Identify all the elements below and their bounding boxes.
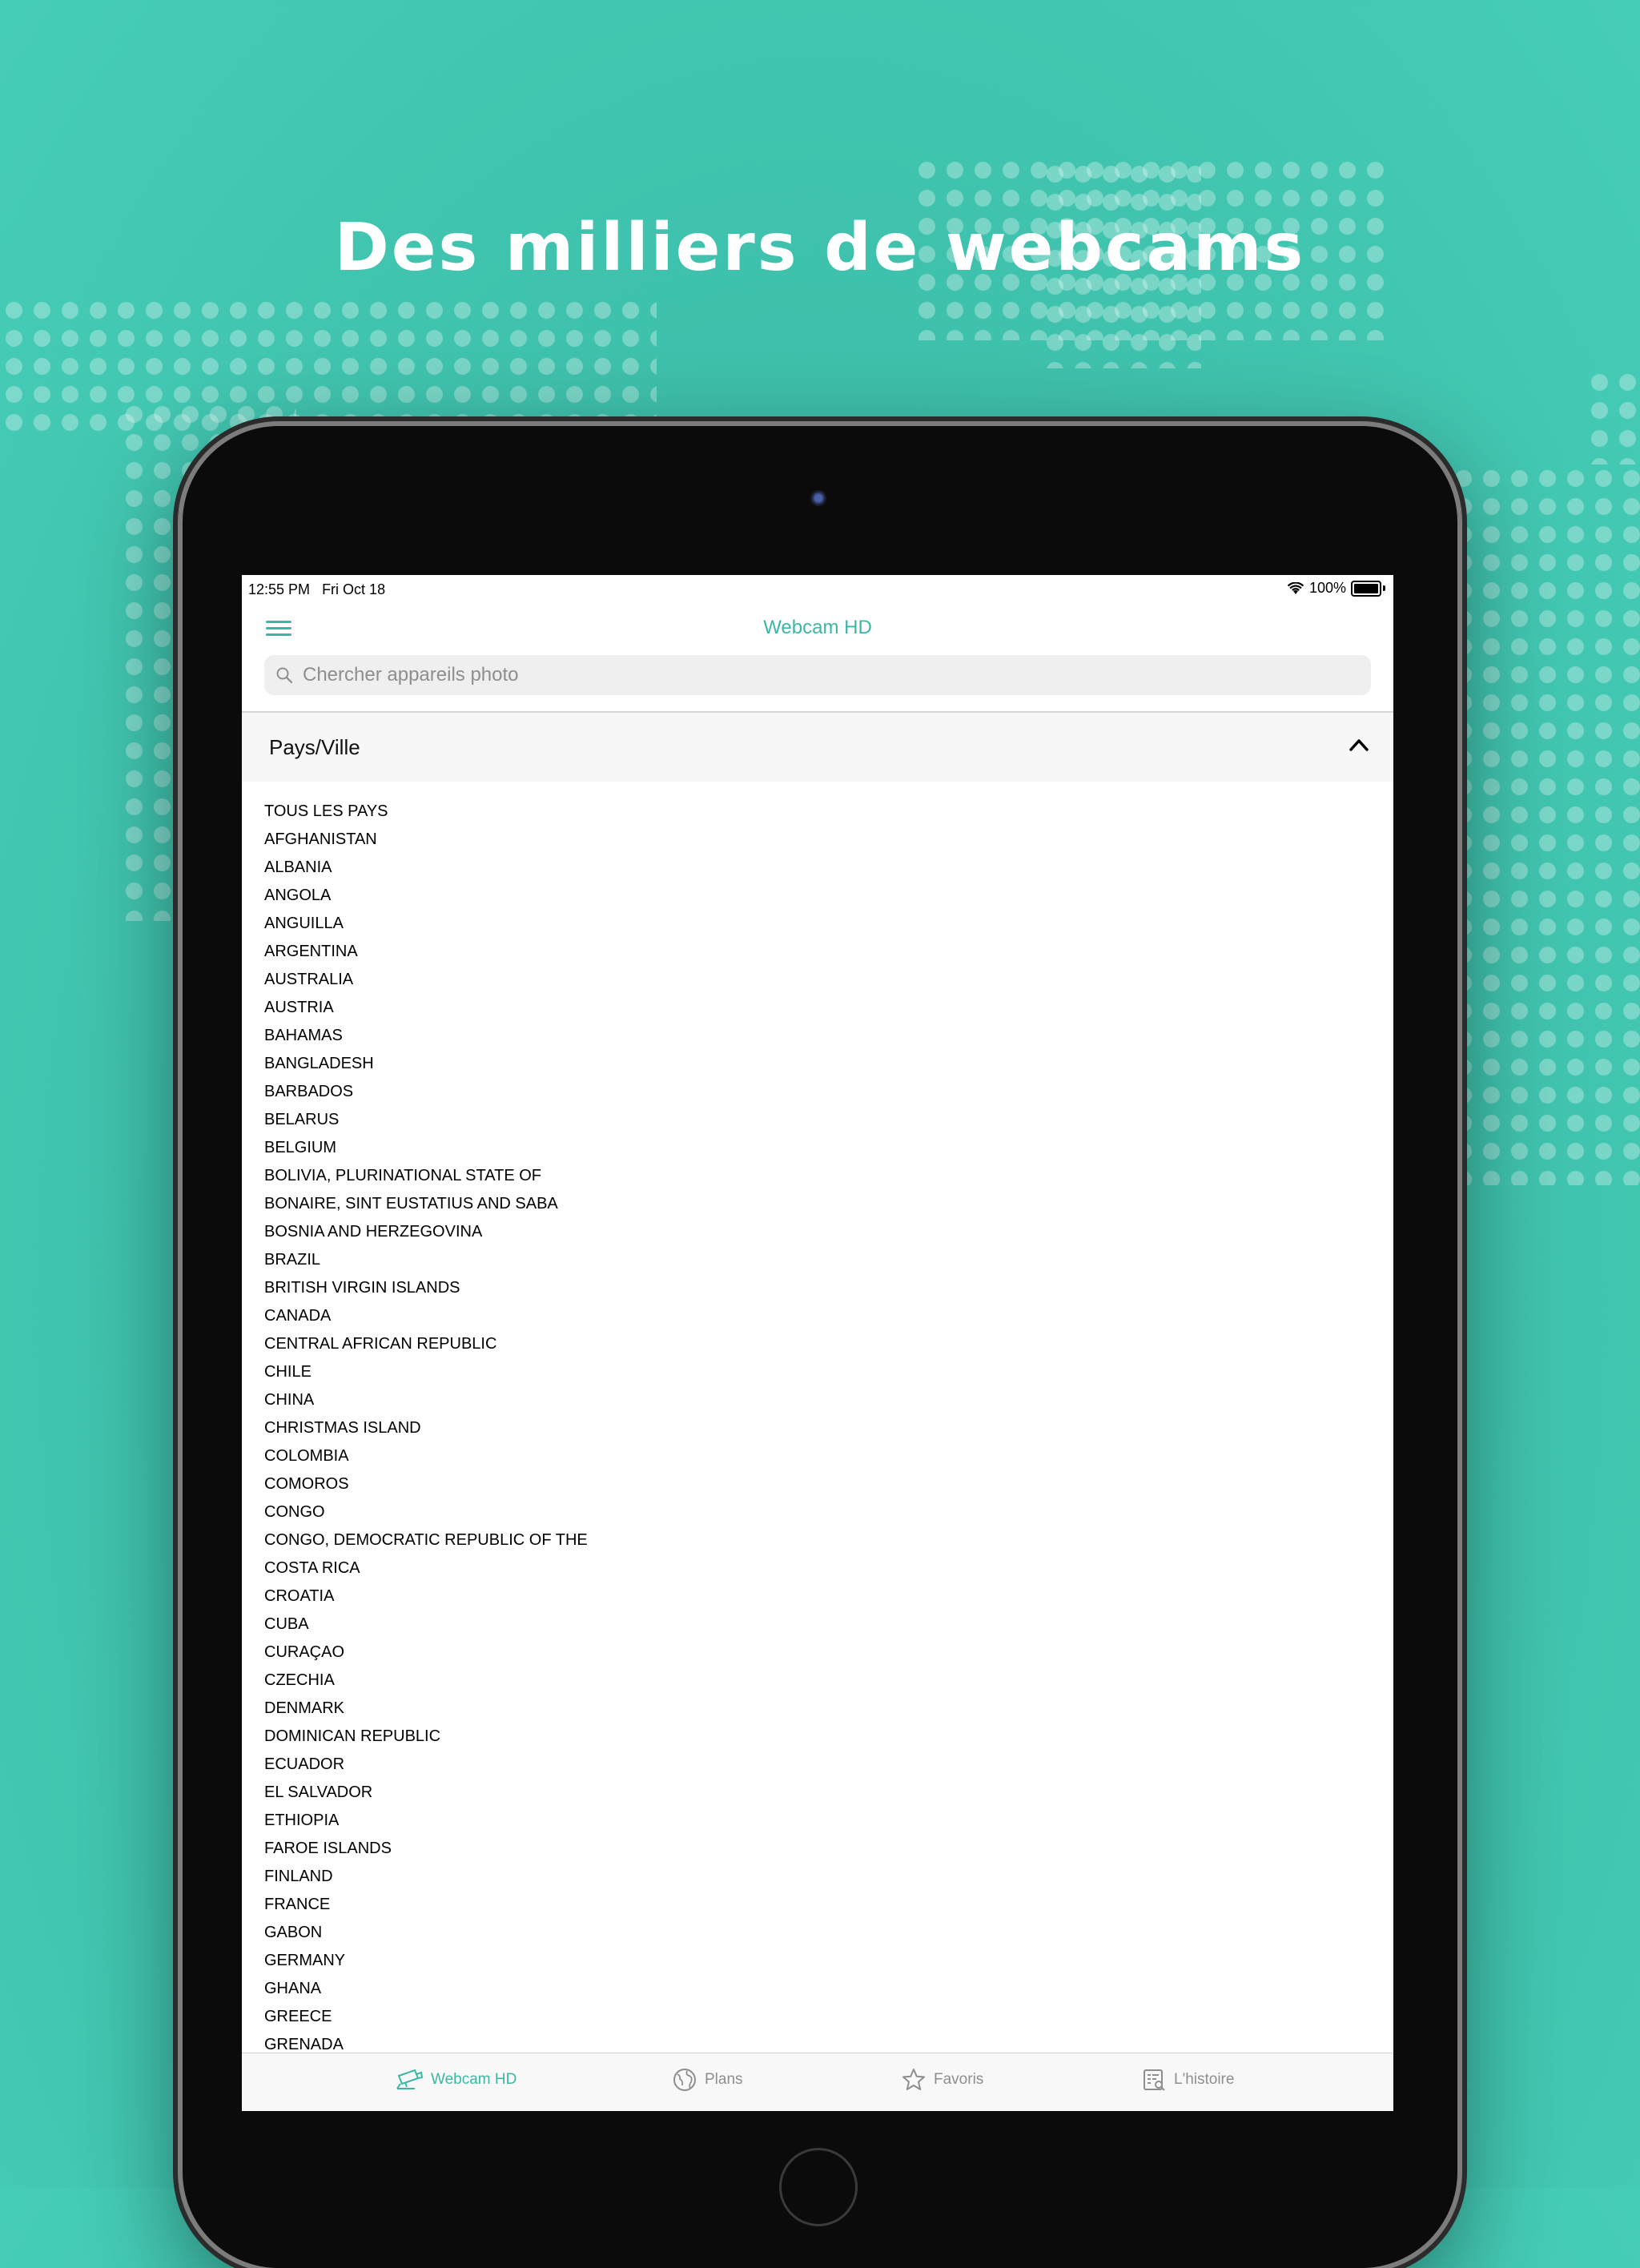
- tab-bar: Webcam HD Plans Favoris L'histoire: [242, 2053, 1393, 2111]
- country-list-item[interactable]: BOSNIA AND HERZEGOVINA: [264, 1218, 1369, 1246]
- country-list-item[interactable]: BARBADOS: [264, 1078, 1369, 1106]
- world-map-dots: [1449, 464, 1640, 1185]
- section-title: Pays/Ville: [269, 735, 360, 759]
- world-map-dots: [1586, 368, 1640, 464]
- country-list-item[interactable]: AFGHANISTAN: [264, 826, 1369, 854]
- country-list-item[interactable]: DENMARK: [264, 1695, 1369, 1723]
- country-list-item[interactable]: GHANA: [264, 1975, 1369, 2003]
- headline: Des milliers de webcams: [334, 210, 1306, 286]
- wifi-icon: [1287, 581, 1304, 594]
- country-list-item[interactable]: AUSTRALIA: [264, 966, 1369, 994]
- country-list-item[interactable]: BRAZIL: [264, 1246, 1369, 1274]
- camera-icon: [396, 2069, 423, 2089]
- country-list-item[interactable]: ETHIOPIA: [264, 1807, 1369, 1835]
- tab-plans[interactable]: Plans: [673, 2068, 743, 2092]
- front-camera: [810, 490, 826, 506]
- country-list-item[interactable]: FAROE ISLANDS: [264, 1835, 1369, 1863]
- country-list-item[interactable]: COMOROS: [264, 1470, 1369, 1498]
- status-right: 100%: [1287, 580, 1385, 597]
- country-list-item[interactable]: CONGO: [264, 1498, 1369, 1526]
- tab-favoris[interactable]: Favoris: [902, 2068, 983, 2092]
- country-list-item[interactable]: DOMINICAN REPUBLIC: [264, 1723, 1369, 1751]
- country-list-item[interactable]: CURAÇAO: [264, 1639, 1369, 1667]
- country-list-item[interactable]: BANGLADESH: [264, 1050, 1369, 1078]
- history-icon: [1144, 2069, 1165, 2091]
- country-list-item[interactable]: GERMANY: [264, 1947, 1369, 1975]
- battery-icon: [1351, 580, 1381, 597]
- battery-tip: [1383, 585, 1385, 591]
- search-input[interactable]: [301, 663, 1345, 687]
- globe-icon: [673, 2069, 696, 2091]
- country-list-item[interactable]: BONAIRE, SINT EUSTATIUS AND SABA: [264, 1190, 1369, 1218]
- app-screen: 12:55 PM Fri Oct 18 100% Webcam HD Cherc…: [242, 575, 1393, 2111]
- section-header[interactable]: Pays/Ville: [242, 713, 1393, 782]
- country-list-item[interactable]: ARGENTINA: [264, 938, 1369, 966]
- country-list-item[interactable]: ANGOLA: [264, 882, 1369, 910]
- country-list-item[interactable]: CONGO, DEMOCRATIC REPUBLIC OF THE: [264, 1526, 1369, 1554]
- country-list-item[interactable]: ECUADOR: [264, 1751, 1369, 1779]
- country-list-item[interactable]: EL SALVADOR: [264, 1779, 1369, 1807]
- chevron-up-icon[interactable]: [1349, 737, 1369, 753]
- status-time: 12:55 PM Fri Oct 18: [248, 581, 386, 597]
- home-button[interactable]: [779, 2148, 858, 2226]
- battery-percent: 100%: [1308, 580, 1346, 596]
- country-list-item[interactable]: FRANCE: [264, 1891, 1369, 1919]
- nav-bar: Webcam HD: [242, 609, 1393, 650]
- country-list-item[interactable]: BOLIVIA, PLURINATIONAL STATE OF: [264, 1162, 1369, 1190]
- country-list-item[interactable]: CROATIA: [264, 1582, 1369, 1611]
- country-list-item[interactable]: CHILE: [264, 1358, 1369, 1386]
- country-list-item[interactable]: CANADA: [264, 1302, 1369, 1330]
- status-bar: 12:55 PM Fri Oct 18 100%: [242, 575, 1393, 609]
- country-list-item[interactable]: BRITISH VIRGIN ISLANDS: [264, 1274, 1369, 1302]
- country-list-item[interactable]: COLOMBIA: [264, 1442, 1369, 1470]
- country-list-item[interactable]: ANGUILLA: [264, 910, 1369, 938]
- country-list-item[interactable]: TOUS LES PAYS: [264, 798, 1369, 826]
- tab-webcam-hd[interactable]: Webcam HD: [394, 2068, 517, 2092]
- country-list-item[interactable]: BELGIUM: [264, 1134, 1369, 1162]
- country-list-item[interactable]: ALBANIA: [264, 854, 1369, 882]
- country-list-item[interactable]: GREECE: [264, 2003, 1369, 2031]
- country-list-item[interactable]: BAHAMAS: [264, 1022, 1369, 1050]
- country-list-item[interactable]: CZECHIA: [264, 1667, 1369, 1695]
- nav-title: Webcam HD: [763, 617, 872, 638]
- country-list-item[interactable]: BELARUS: [264, 1106, 1369, 1134]
- country-list-item[interactable]: CHRISTMAS ISLAND: [264, 1414, 1369, 1442]
- country-list-item[interactable]: COSTA RICA: [264, 1554, 1369, 1582]
- country-list: TOUS LES PAYS AFGHANISTAN ALBANIA ANGOLA ANG…: [264, 798, 1369, 2059]
- country-list-item[interactable]: FINLAND: [264, 1863, 1369, 1891]
- world-map-dots: [0, 296, 657, 440]
- search-bar[interactable]: [264, 655, 1371, 695]
- tablet-device: 12:55 PM Fri Oct 18 100% Webcam HD Cherc…: [183, 426, 1457, 2268]
- country-list-item[interactable]: CHINA: [264, 1386, 1369, 1414]
- country-list-item[interactable]: CENTRAL AFRICAN REPUBLIC: [264, 1330, 1369, 1358]
- country-list-item[interactable]: CUBA: [264, 1611, 1369, 1639]
- tab-lhistoire[interactable]: L'histoire: [1142, 2068, 1234, 2092]
- search-icon: [276, 667, 293, 684]
- country-list-item[interactable]: GABON: [264, 1919, 1369, 1947]
- star-icon: [902, 2069, 925, 2090]
- country-list-item[interactable]: AUSTRIA: [264, 994, 1369, 1022]
